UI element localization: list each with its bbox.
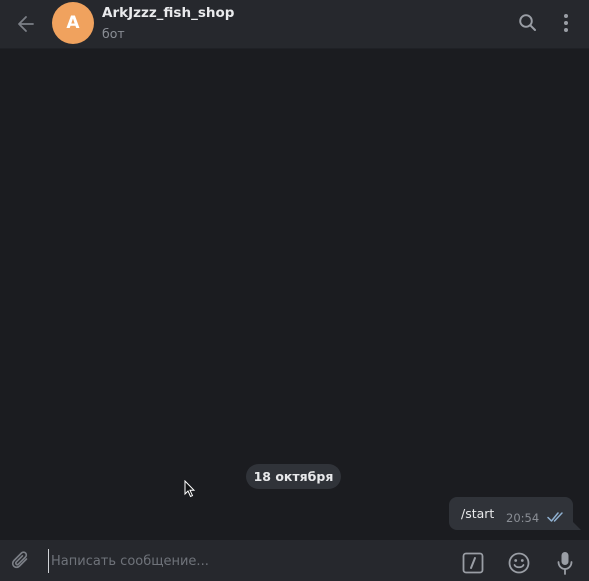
microphone-icon	[557, 552, 573, 575]
more-vertical-icon	[564, 14, 568, 32]
search-button[interactable]	[514, 9, 542, 37]
more-menu-button[interactable]	[553, 9, 579, 37]
arrow-left-icon	[18, 16, 34, 32]
bot-commands-icon	[462, 552, 484, 574]
chat-title[interactable]: ArkJzzz_fish_shop	[102, 5, 234, 21]
avatar[interactable]: A	[52, 2, 94, 44]
paperclip-icon	[11, 551, 28, 569]
search-icon	[519, 14, 536, 31]
attach-button[interactable]	[8, 548, 34, 574]
emoji-button[interactable]	[506, 550, 532, 576]
bot-commands-button[interactable]	[461, 551, 485, 575]
double-check-icon	[547, 512, 563, 522]
emoji-icon	[508, 552, 530, 574]
mouse-cursor-icon	[184, 480, 196, 498]
composer-bar	[0, 540, 589, 581]
message-input[interactable]	[48, 549, 441, 573]
avatar-letter: A	[66, 13, 80, 33]
message-text: /start	[461, 506, 495, 521]
chat-header: A ArkJzzz_fish_shop бот	[0, 0, 589, 49]
back-button[interactable]	[10, 8, 42, 40]
date-separator: 18 октября	[246, 464, 341, 489]
chat-subtitle: бот	[102, 26, 125, 41]
message-list[interactable]: 18 октября /start 20:54	[0, 49, 589, 539]
microphone-button[interactable]	[552, 549, 578, 577]
message-time: 20:54	[506, 511, 540, 525]
telegram-chat-window: A ArkJzzz_fish_shop бот 18 октября /star…	[0, 0, 589, 581]
bubble-tail	[573, 522, 581, 530]
message-bubble-outgoing[interactable]: /start 20:54	[449, 497, 573, 530]
